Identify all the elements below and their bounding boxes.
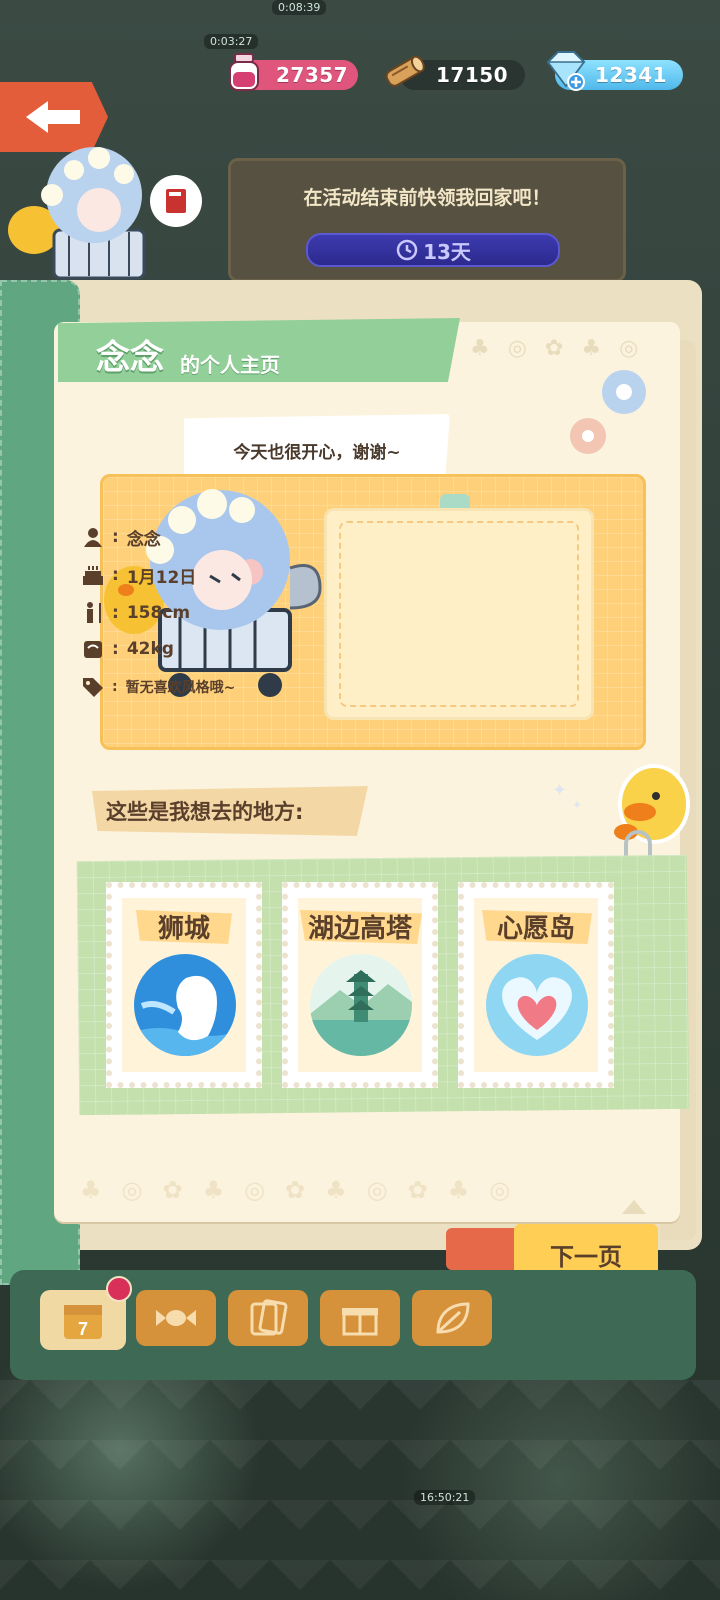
leaf-icon — [436, 1302, 470, 1334]
places-label: 这些是我想去的地方: — [106, 800, 304, 824]
info-colon: : — [112, 603, 119, 623]
person-icon — [80, 524, 106, 550]
info-colon: : — [112, 679, 118, 695]
gem-currency-value: 12341 — [595, 63, 668, 87]
profile-title-suffix: 的个人主页 — [180, 353, 280, 377]
info-value: 1月12日 — [126, 567, 197, 588]
sparkle-icon: ✦ — [552, 780, 568, 801]
info-value: 158cm — [126, 603, 191, 623]
info-colon: : — [112, 639, 119, 659]
info-row-height: : 158cm — [80, 600, 190, 626]
lake-pagoda-icon — [310, 954, 412, 1056]
tag-icon — [80, 674, 106, 700]
event-dialog: 在活动结束前快领我回家吧！ 13天 — [228, 158, 626, 282]
gift-box-button[interactable] — [320, 1290, 400, 1346]
floor-tiles — [0, 1380, 720, 1600]
background-timer: 16:50:21 — [414, 1490, 476, 1505]
leaf-button[interactable] — [412, 1290, 492, 1346]
event-timer-value: 13天 — [423, 239, 471, 264]
info-value: 念念 — [126, 529, 161, 550]
decor-pattern-bottom: ♣◎✿♣◎✿♣◎✿♣◎ — [80, 1176, 531, 1204]
scale-icon — [80, 636, 106, 662]
place-stamp[interactable]: 湖边高塔 — [282, 882, 438, 1088]
ink-currency-value: 27357 — [276, 63, 349, 87]
heart-island-icon — [486, 954, 588, 1056]
candy-icon — [156, 1310, 196, 1326]
diamond-plus-icon[interactable] — [540, 48, 588, 92]
wood-log-icon — [385, 55, 425, 87]
photo-cards-icon — [250, 1299, 288, 1336]
event-timer: 13天 — [306, 233, 560, 267]
next-page-label: 下一页 — [550, 1242, 622, 1271]
profile-info-box — [324, 508, 594, 720]
page-corner-arrow — [622, 1200, 646, 1214]
ink-bottle-icon — [229, 53, 259, 91]
calendar-day: 7 — [78, 1319, 88, 1339]
background-timer: 0:08:39 — [272, 0, 327, 15]
merlion-icon — [134, 954, 236, 1056]
place-stamp[interactable]: 心愿岛 — [458, 882, 614, 1088]
place-name: 湖边高塔 — [307, 914, 412, 944]
info-row-weight: : 42kg — [80, 636, 174, 662]
place-stamp[interactable]: 狮城 — [106, 882, 262, 1088]
info-row-style: : 暂无喜欢风格哦~ — [80, 674, 235, 700]
photo-cards-button[interactable] — [228, 1290, 308, 1346]
height-icon — [80, 600, 106, 626]
info-dashed-frame — [339, 521, 579, 707]
event-message: 在活动结束前快领我回家吧！ — [303, 187, 551, 209]
info-row-name: : 念念 — [80, 524, 161, 550]
calendar-icon: 7 — [64, 1305, 102, 1339]
notification-dot — [106, 1276, 132, 1302]
decor-pattern-top: ♣◎✿♣◎ — [470, 336, 657, 361]
sparkle-icon: ✦ — [572, 798, 583, 812]
profile-name-title: 念念 — [96, 338, 164, 378]
place-name: 心愿岛 — [496, 914, 575, 944]
info-value: 暂无喜欢风格哦~ — [125, 680, 236, 696]
storybook-bubble[interactable] — [150, 175, 202, 227]
gift-box-icon — [342, 1308, 378, 1336]
clock-icon — [396, 239, 418, 261]
speech-text: 今天也很开心，谢谢~ — [233, 442, 401, 463]
info-value: 42kg — [126, 639, 174, 659]
background-timer: 0:03:27 — [204, 34, 259, 49]
book-icon — [166, 189, 186, 213]
flower-decoration-icon — [570, 370, 646, 454]
info-colon: : — [112, 565, 119, 585]
arrow-left-icon — [26, 101, 80, 133]
place-name: 狮城 — [157, 914, 210, 944]
info-colon: : — [112, 527, 119, 547]
wood-currency-value: 17150 — [436, 63, 509, 87]
candy-button[interactable] — [136, 1290, 216, 1346]
info-row-birthday: : 1月12日 — [80, 562, 196, 588]
cake-icon — [80, 562, 106, 588]
